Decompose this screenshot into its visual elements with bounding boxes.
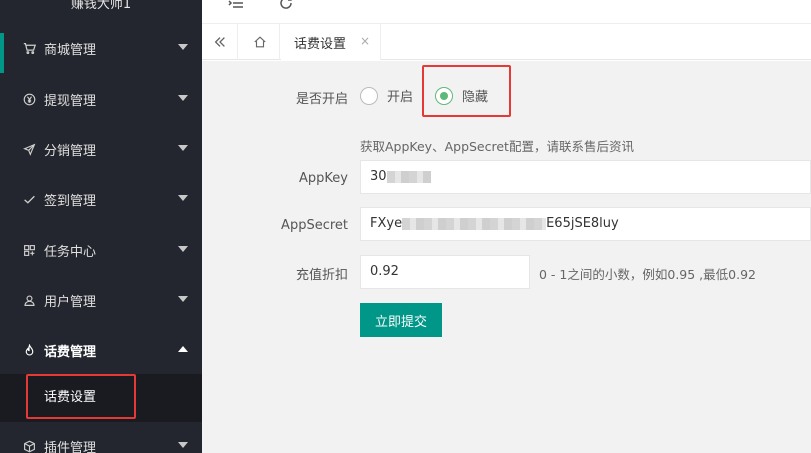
chevron-down-icon	[178, 44, 188, 50]
cube-icon	[22, 439, 36, 453]
sidebar-item-checkin[interactable]: 签到管理	[0, 174, 202, 224]
sidebar-item-users[interactable]: 用户管理	[0, 275, 202, 325]
menu-fold-icon[interactable]	[228, 0, 246, 13]
brand-title: 赚钱大师1	[70, 0, 132, 12]
discount-label: 充值折扣	[295, 268, 348, 283]
sidebar-item-withdraw[interactable]: 提现管理	[0, 74, 202, 124]
appsecret-label: AppSecret	[281, 218, 348, 233]
chevron-down-icon	[178, 442, 188, 448]
cart-icon	[22, 41, 36, 55]
sidebar-item-distribution[interactable]: 分销管理	[0, 124, 202, 174]
radio-circle-checked[interactable]	[435, 86, 453, 105]
sidebar-item-label: 任务中心	[44, 244, 97, 260]
appsecret-input[interactable]: FXye E65jSE8luy	[360, 207, 811, 241]
sidebar-item-tasks[interactable]: 任务中心	[0, 225, 202, 275]
sidebar: 赚钱大师1 商城管理 提现管理 分销管理 签到管理 任务中心 用户管理 话费管理…	[0, 0, 202, 453]
sidebar-item-label: 商城管理	[44, 42, 97, 58]
appkey-input[interactable]: 30	[360, 160, 811, 194]
chevron-up-icon	[178, 346, 188, 352]
check-icon	[22, 192, 36, 206]
tab-home[interactable]	[240, 24, 280, 60]
close-icon[interactable]: ×	[360, 34, 370, 48]
radio-label: 隐藏	[462, 90, 489, 105]
redacted-blur	[402, 217, 547, 230]
chevron-down-icon	[178, 95, 188, 101]
radio-enable-on[interactable]: 开启	[360, 86, 413, 105]
tabs-bar: 话费设置 ×	[202, 24, 811, 60]
top-header	[202, 0, 811, 24]
chevron-down-icon	[178, 145, 188, 151]
redacted-blur	[386, 170, 431, 183]
radio-label: 开启	[387, 90, 414, 105]
chevron-down-icon	[178, 296, 188, 302]
main-content: 是否开启 开启 隐藏 获取AppKey、AppSecret配置，请联系售后资讯 …	[202, 61, 811, 453]
home-icon	[253, 36, 266, 48]
submit-button[interactable]: 立即提交	[360, 303, 442, 337]
sidebar-item-label: 用户管理	[44, 294, 97, 310]
enable-label: 是否开启	[295, 92, 348, 107]
sidebar-item-label: 插件管理	[44, 440, 97, 453]
radio-enable-hide[interactable]: 隐藏	[435, 86, 488, 105]
sidebar-item-phone-bill[interactable]: 话费管理	[0, 325, 202, 375]
discount-help: 0 - 1之间的小数，例如0.95 ,最低0.92	[539, 267, 756, 282]
discount-input[interactable]: 0.92	[360, 255, 530, 289]
refresh-icon[interactable]	[278, 0, 296, 13]
tab-label: 话费设置	[294, 36, 347, 52]
sidebar-item-plugins[interactable]: 插件管理	[0, 421, 202, 453]
yen-icon	[22, 92, 36, 106]
appkey-label: AppKey	[299, 171, 348, 186]
sidebar-item-label: 签到管理	[44, 193, 97, 209]
submenu: 话费设置	[0, 374, 202, 422]
sidebar-subitem-phone-settings[interactable]: 话费设置	[26, 374, 136, 422]
sidebar-item-mall[interactable]: 商城管理	[0, 23, 202, 73]
sidebar-item-label: 话费管理	[44, 344, 97, 360]
chevron-down-icon	[178, 195, 188, 201]
tab-phone-settings[interactable]: 话费设置 ×	[281, 24, 381, 60]
apps-icon	[22, 243, 36, 257]
sidebar-item-label: 提现管理	[44, 93, 97, 109]
send-icon	[22, 142, 36, 156]
user-icon	[22, 293, 36, 307]
config-hint: 获取AppKey、AppSecret配置，请联系售后资讯	[360, 139, 634, 154]
fire-icon	[22, 343, 36, 357]
chevron-down-icon	[178, 246, 188, 252]
tabs-scroll-left-button[interactable]	[202, 24, 238, 60]
double-chevron-left-icon	[214, 37, 225, 47]
radio-circle[interactable]	[360, 86, 378, 105]
sidebar-item-label: 分销管理	[44, 143, 97, 159]
